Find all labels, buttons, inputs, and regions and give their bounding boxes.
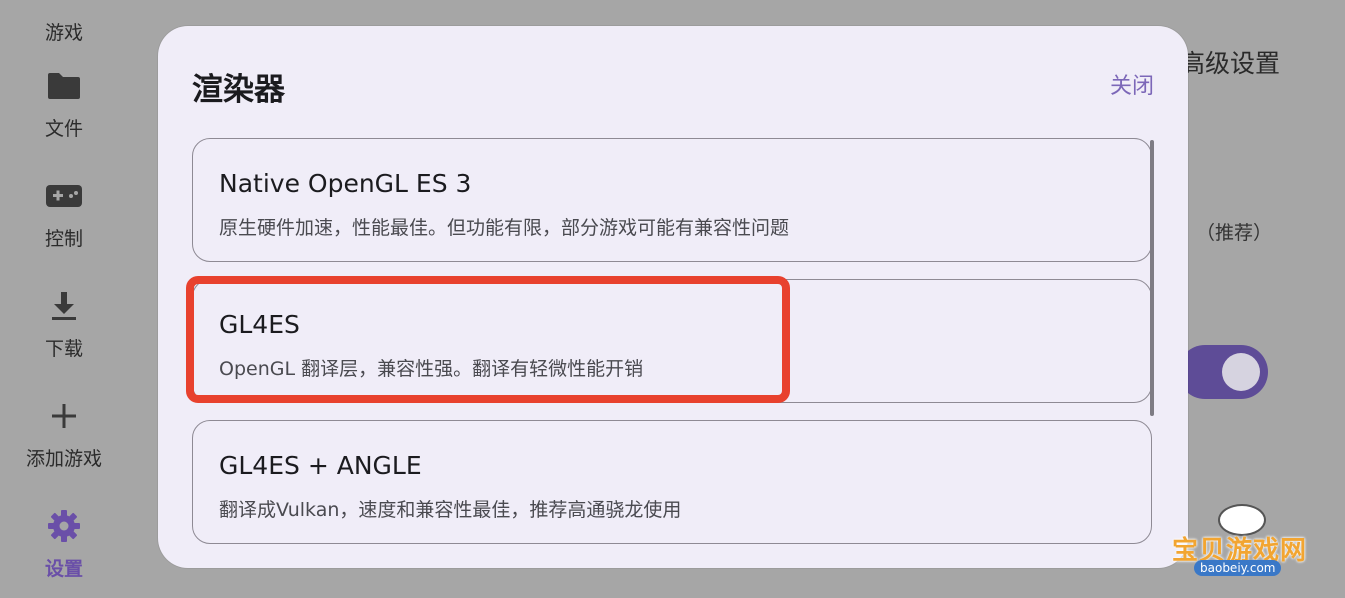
renderer-option-native-gles3[interactable]: Native OpenGL ES 3 原生硬件加速，性能最佳。但功能有限，部分游… — [192, 138, 1152, 262]
nav-item-controls[interactable]: 控制 — [0, 176, 128, 251]
option-description: 翻译成Vulkan，速度和兼容性最佳，推荐高通骁龙使用 — [219, 499, 682, 521]
toggle-knob — [1222, 353, 1260, 391]
renderer-option-gl4es-angle[interactable]: GL4ES + ANGLE 翻译成Vulkan，速度和兼容性最佳，推荐高通骁龙使… — [192, 420, 1152, 544]
recommend-label: （推荐） — [1196, 222, 1273, 244]
nav-label-controls: 控制 — [44, 228, 83, 250]
nav-label-add-game: 添加游戏 — [25, 448, 102, 470]
scrollbar[interactable] — [1150, 140, 1154, 416]
gear-icon — [44, 506, 84, 546]
download-icon — [44, 286, 84, 326]
nav-label-downloads: 下载 — [44, 338, 83, 360]
watermark: 宝贝游戏网 baobeiy.com — [1168, 500, 1318, 590]
highlight-box — [186, 276, 790, 403]
controller-icon — [44, 176, 84, 216]
nav-item-files[interactable]: 文件 — [0, 66, 128, 141]
nav-item-add-game[interactable]: 添加游戏 — [0, 396, 128, 471]
nav-label-settings: 设置 — [44, 558, 83, 580]
sidebar: 游戏 文件 控制 下载 添加游戏 设置 — [0, 0, 128, 598]
nav-item-settings[interactable]: 设置 — [0, 506, 128, 581]
option-title: GL4ES + ANGLE — [219, 451, 422, 480]
nav-label-games: 游戏 — [44, 22, 83, 44]
option-description: 原生硬件加速，性能最佳。但功能有限，部分游戏可能有兼容性问题 — [219, 217, 790, 239]
dialog-title: 渲染器 — [192, 72, 285, 108]
page-title: 高级设置 — [1180, 49, 1281, 78]
nav-item-downloads[interactable]: 下载 — [0, 286, 128, 361]
settings-toggle[interactable] — [1178, 345, 1268, 399]
nav-item-games[interactable]: 游戏 — [0, 10, 128, 45]
close-button[interactable]: 关闭 — [1110, 68, 1154, 100]
option-title: Native OpenGL ES 3 — [219, 169, 472, 198]
watermark-url: baobeiy.com — [1194, 560, 1282, 576]
folder-icon — [44, 66, 84, 106]
nav-label-files: 文件 — [44, 118, 83, 140]
plus-icon — [44, 396, 84, 436]
